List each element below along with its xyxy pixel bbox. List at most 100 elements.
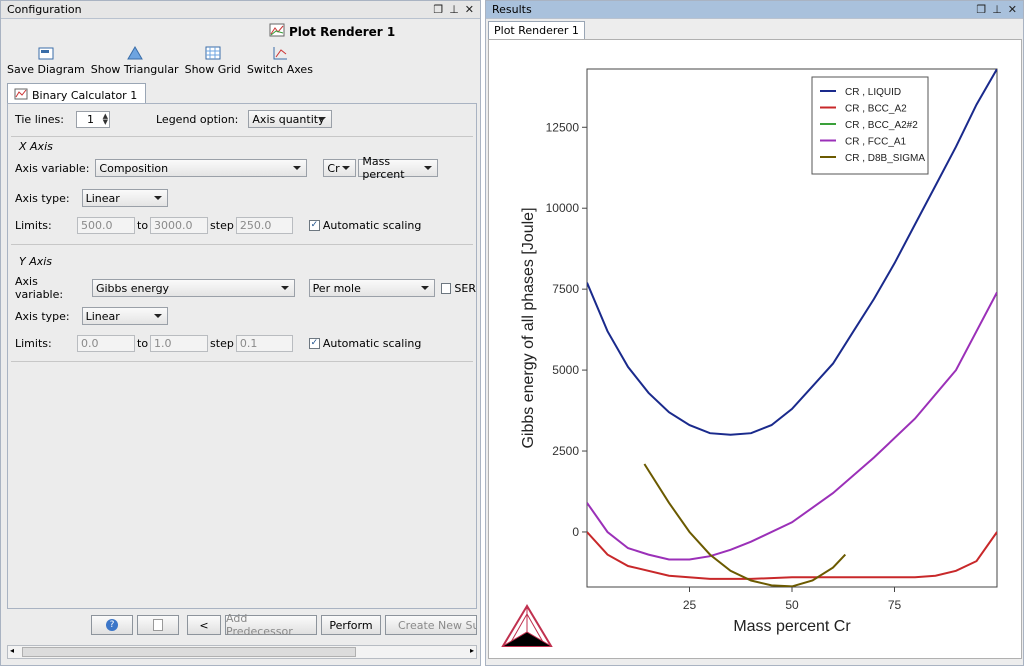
y-axis-limits-label: Limits: xyxy=(15,337,52,350)
close-icon[interactable]: ✕ xyxy=(465,3,474,16)
show-grid-label: Show Grid xyxy=(184,63,241,76)
to-label: to xyxy=(137,219,149,232)
y-axis-auto-scaling-checkbox[interactable]: ✓ xyxy=(308,338,320,349)
divider xyxy=(11,361,473,362)
x-tick-label: 75 xyxy=(888,598,902,612)
switch-axes-label: Switch Axes xyxy=(246,63,313,76)
tie-lines-value: 1 xyxy=(87,112,94,126)
horizontal-scrollbar[interactable]: ◂ ▸ xyxy=(7,645,477,659)
toolbar: Save Diagram Show Triangular Show Grid S… xyxy=(7,45,313,76)
y-axis-unit-value: Per mole xyxy=(312,281,361,295)
x-axis-min-input[interactable]: 500.0 xyxy=(77,217,135,234)
x-axis-type-select[interactable]: Linear xyxy=(81,189,168,207)
y-tick-label: 7500 xyxy=(552,282,579,296)
y-axis-section-title: Y Axis xyxy=(19,255,53,268)
x-axis-element-value: Cr xyxy=(327,161,340,175)
show-triangular-label: Show Triangular xyxy=(90,63,179,76)
x-axis-variable-label: Axis variable: xyxy=(15,161,90,175)
results-titlebar: Results ❐ ⊥ ✕ xyxy=(486,1,1023,19)
calculator-icon xyxy=(14,88,28,103)
tie-lines-spinner[interactable]: 1 ▲ ▼ xyxy=(76,110,110,128)
y-tick-label: 0 xyxy=(572,525,579,539)
show-grid-button[interactable]: Show Grid xyxy=(185,45,241,76)
y-axis-type-select[interactable]: Linear xyxy=(81,307,168,325)
add-predecessor-label: Add Predecessor xyxy=(226,612,293,638)
add-predecessor-button[interactable]: Add Predecessor xyxy=(225,612,317,638)
chevron-down-icon xyxy=(153,314,162,318)
tab-plot-renderer[interactable]: Plot Renderer 1 xyxy=(488,21,585,39)
x-axis-variable-value: Composition xyxy=(99,161,169,175)
new-document-button[interactable] xyxy=(137,615,179,635)
restore-icon[interactable]: ❐ xyxy=(976,3,986,16)
chevron-down-icon xyxy=(280,286,289,290)
y-tick-label: 10000 xyxy=(546,201,580,215)
x-axis-max-input[interactable]: 3000.0 xyxy=(150,217,209,234)
y-axis-unit-select[interactable]: Per mole xyxy=(308,279,435,297)
window-title: Results xyxy=(492,3,532,16)
plot-renderer-label: Plot Renderer 1 xyxy=(289,24,396,39)
x-axis-auto-scaling-checkbox[interactable]: ✓ xyxy=(308,220,320,231)
x-axis-limits-row: Limits: 500.0 to 3000.0 step 250.0 ✓ Aut… xyxy=(15,217,421,234)
plot-frame xyxy=(586,68,998,588)
help-button[interactable]: ? xyxy=(91,615,133,635)
divider xyxy=(11,244,473,245)
y-axis-step-input[interactable]: 0.1 xyxy=(235,335,293,352)
y-axis-step-value: 0.1 xyxy=(239,337,258,350)
scroll-left-icon[interactable]: ◂ xyxy=(10,646,14,655)
legend-option-select[interactable]: Axis quantity xyxy=(248,110,333,128)
x-axis-step-value: 250.0 xyxy=(239,219,272,232)
y-axis-max-input[interactable]: 1.0 xyxy=(150,335,209,352)
scroll-right-icon[interactable]: ▸ xyxy=(470,646,474,655)
x-axis-variable-row: Axis variable: Composition Cr Mass perce… xyxy=(15,155,439,181)
y-axis-min-input[interactable]: 0.0 xyxy=(77,335,135,352)
x-tick-label: 50 xyxy=(785,598,799,612)
x-axis-label: Mass percent Cr xyxy=(733,618,851,635)
previous-button[interactable]: < xyxy=(187,615,221,635)
pin-icon[interactable]: ⊥ xyxy=(449,3,459,16)
spinner-arrows-icon[interactable]: ▲ ▼ xyxy=(103,112,108,125)
chart-area: 0 2500 5000 7500 10000 12500 25 50 75 Gibbs ene… xyxy=(488,39,1022,659)
x-axis-element-select[interactable]: Cr xyxy=(323,159,357,177)
legend-entry: CR , LIQUID xyxy=(845,87,901,98)
chevron-down-icon xyxy=(153,196,162,200)
step-label: step xyxy=(210,337,234,350)
tab-label: Binary Calculator 1 xyxy=(32,89,138,102)
x-ticks: 25 50 75 xyxy=(683,587,902,612)
save-diagram-icon xyxy=(37,45,55,61)
thermo-calc-logo xyxy=(501,604,553,647)
restore-icon[interactable]: ❐ xyxy=(433,3,443,16)
x-axis-max-value: 3000.0 xyxy=(154,219,193,232)
save-diagram-label: Save Diagram xyxy=(7,63,85,76)
x-axis-step-input[interactable]: 250.0 xyxy=(235,217,293,234)
chevron-down-icon xyxy=(342,166,351,170)
legend-entry: CR , FCC_A1 xyxy=(845,137,907,148)
x-axis-section-title: X Axis xyxy=(19,140,53,153)
pin-icon[interactable]: ⊥ xyxy=(992,3,1002,16)
switch-axes-button[interactable]: Switch Axes xyxy=(247,45,313,76)
configuration-titlebar: Configuration ❐ ⊥ ✕ xyxy=(1,1,480,19)
create-successor-label: Create New Succe xyxy=(398,618,476,632)
close-icon[interactable]: ✕ xyxy=(1008,3,1017,16)
save-diagram-button[interactable]: Save Diagram xyxy=(7,45,85,76)
y-tick-label: 5000 xyxy=(552,363,579,377)
x-axis-variable-select[interactable]: Composition xyxy=(95,159,308,177)
scrollbar-thumb[interactable] xyxy=(22,647,356,657)
tab-binary-calculator[interactable]: Binary Calculator 1 xyxy=(7,83,147,104)
x-axis-unit-select[interactable]: Mass percent xyxy=(358,155,439,181)
x-axis-min-value: 500.0 xyxy=(81,219,113,232)
y-axis-auto-scaling-label: Automatic scaling xyxy=(322,337,422,350)
legend-option-value: Axis quantity xyxy=(252,112,325,126)
window-title: Configuration xyxy=(7,3,82,16)
ser-checkbox[interactable] xyxy=(440,282,452,294)
chevron-down-icon xyxy=(293,166,302,170)
x-tick-label: 25 xyxy=(683,598,697,612)
show-triangular-button[interactable]: Show Triangular xyxy=(91,45,179,76)
document-icon xyxy=(153,619,163,631)
perform-button[interactable]: Perform xyxy=(321,615,381,635)
tab-label: Plot Renderer 1 xyxy=(494,24,579,37)
legend-entry: CR , D8B_SIGMA xyxy=(845,153,925,164)
y-axis-variable-select[interactable]: Gibbs energy xyxy=(91,279,295,297)
create-successor-button[interactable]: Create New Succe xyxy=(385,615,477,635)
divider xyxy=(11,136,473,137)
y-axis-variable-value: Gibbs energy xyxy=(95,281,170,295)
